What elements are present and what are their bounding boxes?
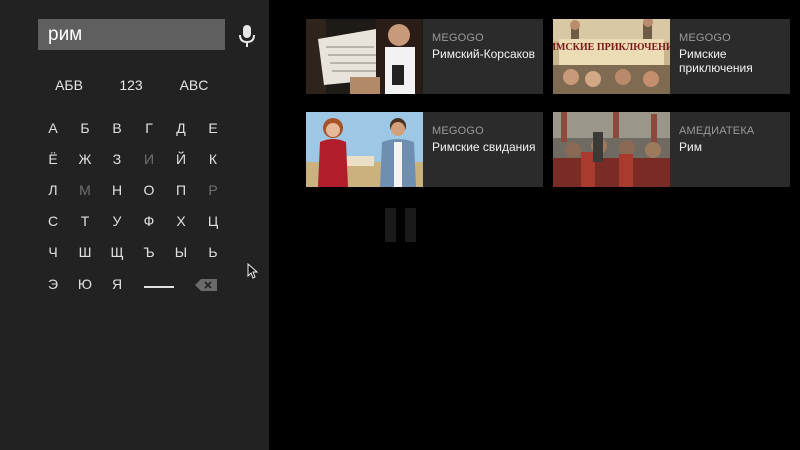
key[interactable]: Н	[102, 180, 132, 200]
result-card[interactable]: АМЕДИАТЕКА Рим	[553, 112, 790, 187]
key[interactable]: Ю	[70, 274, 100, 294]
key[interactable]: Й	[166, 149, 196, 169]
key[interactable]: К	[198, 149, 228, 169]
key[interactable]: Ы	[166, 242, 196, 262]
pause-icon	[385, 208, 416, 242]
poster-thumbnail	[306, 19, 423, 94]
poster-thumbnail	[553, 112, 670, 187]
result-title: Римские приключения	[679, 47, 753, 75]
key[interactable]: Ф	[134, 211, 164, 231]
result-card[interactable]: РИМСКИЕ ПРИКЛЮЧЕНИЯ MEGOGO Римские прикл…	[553, 19, 790, 94]
key[interactable]: Р	[198, 180, 228, 200]
key[interactable]: Д	[166, 118, 196, 138]
key[interactable]: Ё	[38, 149, 68, 169]
result-provider: MEGOGO	[679, 32, 731, 44]
result-provider: MEGOGO	[432, 32, 484, 44]
keyboard-panel: рим АБВ 123 ABC АБВГДЕЁЖЗИЙКЛМНОПРСТУФХЦ…	[0, 0, 269, 450]
key[interactable]: Ц	[198, 211, 228, 231]
result-provider: MEGOGO	[432, 125, 484, 137]
microphone-icon[interactable]	[238, 24, 256, 48]
key[interactable]: Ш	[70, 242, 100, 262]
key[interactable]: А	[38, 118, 68, 138]
result-card[interactable]: MEGOGO Римские свидания	[306, 112, 543, 187]
key[interactable]: Х	[166, 211, 196, 231]
result-provider: АМЕДИАТЕКА	[679, 125, 755, 137]
key[interactable]: Т	[70, 211, 100, 231]
mode-numbers[interactable]: 123	[106, 77, 156, 93]
key[interactable]: О	[134, 180, 164, 200]
svg-text:РИМСКИЕ ПРИКЛЮЧЕНИЯ: РИМСКИЕ ПРИКЛЮЧЕНИЯ	[553, 42, 670, 53]
result-card[interactable]: MEGOGO Римский-Корсаков	[306, 19, 543, 94]
key[interactable]: И	[134, 149, 164, 169]
poster-thumbnail: РИМСКИЕ ПРИКЛЮЧЕНИЯ	[553, 19, 670, 94]
key[interactable]: Л	[38, 180, 68, 200]
mouse-cursor-icon	[247, 263, 259, 279]
key[interactable]: М	[70, 180, 100, 200]
poster-thumbnail	[306, 112, 423, 187]
backspace-icon[interactable]	[195, 279, 217, 291]
key[interactable]: З	[102, 149, 132, 169]
mode-latin[interactable]: ABC	[169, 77, 219, 93]
key[interactable]: Б	[70, 118, 100, 138]
mode-cyrillic[interactable]: АБВ	[44, 77, 94, 93]
key[interactable]: В	[102, 118, 132, 138]
key[interactable]: П	[166, 180, 196, 200]
key[interactable]: Ь	[198, 242, 228, 262]
result-title: Римский-Корсаков	[432, 47, 536, 61]
key[interactable]: Э	[38, 274, 68, 294]
key[interactable]: Ж	[70, 149, 100, 169]
key[interactable]: Я	[102, 274, 132, 294]
key[interactable]: Щ	[102, 242, 132, 262]
key[interactable]: Г	[134, 118, 164, 138]
key[interactable]: У	[102, 211, 132, 231]
result-title: Римские свидания	[432, 140, 536, 154]
key[interactable]: Ч	[38, 242, 68, 262]
key[interactable]: С	[38, 211, 68, 231]
space-key[interactable]	[144, 286, 174, 288]
search-input[interactable]: рим	[38, 19, 225, 50]
key[interactable]: Ъ	[134, 242, 164, 262]
result-title: Рим	[679, 140, 702, 154]
key[interactable]: Е	[198, 118, 228, 138]
